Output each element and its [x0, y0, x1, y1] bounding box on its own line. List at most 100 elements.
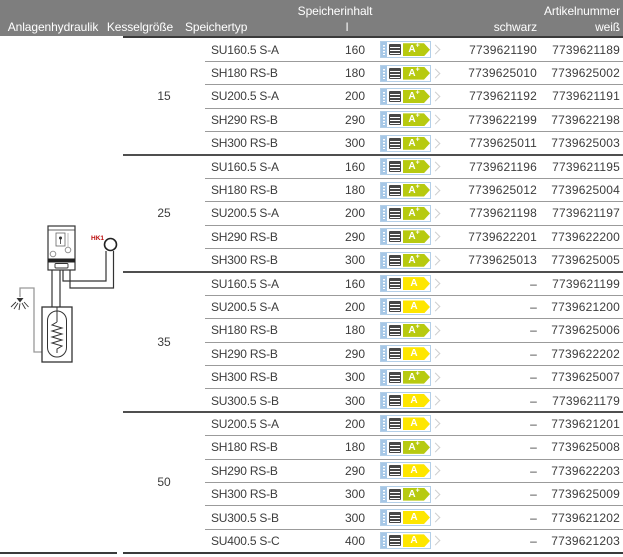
energy-class-arrow: A — [403, 534, 430, 547]
energy-class-arrow: A+ — [403, 488, 430, 501]
artikelnummer-weiss-cell: 7739625005 — [537, 253, 620, 267]
energy-efficiency-label: A+ — [380, 486, 431, 503]
storage-tank-icon — [387, 416, 403, 431]
kessel-group: 15SU160.5 S-A160A+77396211907739621189SH… — [0, 38, 623, 155]
storage-tank-icon — [387, 440, 403, 455]
speichertyp-cell: SU160.5 S-A — [205, 160, 330, 174]
artikelnummer-weiss-cell: 7739621203 — [537, 534, 620, 548]
speicherinhalt-cell: 300 — [330, 511, 380, 525]
energy-label-side-band — [381, 510, 387, 525]
energy-label-side-band — [381, 323, 387, 338]
speichertyp-cell: SU160.5 S-A — [205, 277, 330, 291]
speicherinhalt-cell: 300 — [330, 370, 380, 384]
speichertyp-cell: SU400.5 S-C — [205, 534, 330, 548]
energy-cell: A+ — [380, 182, 438, 199]
artikelnummer-schwarz-cell: 7739621198 — [438, 206, 537, 220]
energy-label-side-band — [381, 229, 387, 244]
table-row: SU300.5 S-B300A–7739621202 — [0, 506, 623, 529]
energy-label-side-band — [381, 253, 387, 268]
artikelnummer-weiss-cell: 7739625002 — [537, 66, 620, 80]
table-row: SU200.5 S-A200A+77396211927739621191 — [0, 85, 623, 108]
speicherinhalt-cell: 160 — [330, 277, 380, 291]
table-row: SU160.5 S-A160A+77396211907739621189 — [0, 38, 623, 61]
energy-label-side-band — [381, 440, 387, 455]
artikelnummer-schwarz-cell: – — [438, 370, 537, 384]
header-weiss: weiß — [595, 20, 620, 34]
artikelnummer-schwarz-cell: – — [438, 511, 537, 525]
storage-tank-icon — [387, 112, 403, 127]
speichertyp-cell: SU300.5 S-B — [205, 394, 330, 408]
storage-tank-icon — [387, 370, 403, 385]
energy-label-side-band — [381, 370, 387, 385]
table-row: SU160.5 S-A160A+77396211967739621195 — [0, 155, 623, 178]
table-row: SH300 RS-B300A+–7739625009 — [0, 482, 623, 505]
energy-cell: A — [380, 275, 438, 292]
bottom-border-right — [123, 552, 623, 554]
artikelnummer-weiss-cell: 7739621197 — [537, 206, 620, 220]
energy-label-side-band — [381, 136, 387, 151]
energy-cell: A+ — [380, 252, 438, 269]
energy-class-arrow: A+ — [403, 160, 430, 173]
energy-class-arrow: A — [403, 277, 430, 290]
speicherinhalt-cell: 300 — [330, 253, 380, 267]
artikelnummer-weiss-cell: 7739621201 — [537, 417, 620, 431]
storage-tank-icon — [387, 89, 403, 104]
speicherinhalt-cell: 180 — [330, 440, 380, 454]
artikelnummer-weiss-cell: 7739621199 — [537, 277, 620, 291]
energy-cell: A+ — [380, 111, 438, 128]
storage-tank-icon — [387, 159, 403, 174]
speicherinhalt-cell: 200 — [330, 417, 380, 431]
artikelnummer-weiss-cell: 7739621189 — [537, 43, 620, 57]
artikelnummer-schwarz-cell: 7739625011 — [438, 136, 537, 150]
energy-class-arrow: A — [403, 511, 430, 524]
artikelnummer-schwarz-cell: 7739622199 — [438, 113, 537, 127]
energy-label-side-band — [381, 416, 387, 431]
speicherinhalt-cell: 160 — [330, 43, 380, 57]
speichertyp-cell: SH300 RS-B — [205, 487, 330, 501]
speicherinhalt-cell: 290 — [330, 464, 380, 478]
artikelnummer-schwarz-cell: – — [438, 394, 537, 408]
speicherinhalt-cell: 180 — [330, 66, 380, 80]
energy-cell: A — [380, 532, 438, 549]
energy-label-side-band — [381, 299, 387, 314]
artikelnummer-schwarz-cell: – — [438, 464, 537, 478]
energy-cell: A+ — [380, 41, 438, 58]
energy-cell: A+ — [380, 135, 438, 152]
table-row: SH290 RS-B290A+77396221997739622198 — [0, 108, 623, 131]
energy-cell: A+ — [380, 88, 438, 105]
storage-tank-icon — [387, 253, 403, 268]
header-schwarz: schwarz — [494, 20, 537, 34]
artikelnummer-weiss-cell: 7739625009 — [537, 487, 620, 501]
energy-class-arrow: A+ — [403, 230, 430, 243]
energy-efficiency-label: A+ — [380, 182, 431, 199]
energy-cell: A — [380, 298, 438, 315]
energy-cell: A — [380, 392, 438, 409]
storage-tank-icon — [387, 533, 403, 548]
speicherinhalt-cell: 290 — [330, 230, 380, 244]
energy-class-arrow: A — [403, 394, 430, 407]
energy-efficiency-label: A+ — [380, 322, 431, 339]
energy-efficiency-label: A — [380, 345, 431, 362]
energy-efficiency-label: A — [380, 298, 431, 315]
energy-class-arrow: A+ — [403, 113, 430, 126]
kessel-group: 50SU200.5 S-A200A–7739621201SH180 RS-B18… — [0, 412, 623, 552]
energy-class-arrow: A — [403, 464, 430, 477]
artikelnummer-schwarz-cell: 7739625012 — [438, 183, 537, 197]
speicherinhalt-cell: 290 — [330, 347, 380, 361]
speicherinhalt-cell: 180 — [330, 323, 380, 337]
energy-efficiency-label: A+ — [380, 111, 431, 128]
energy-cell: A — [380, 509, 438, 526]
artikelnummer-schwarz-cell: – — [438, 277, 537, 291]
artikelnummer-schwarz-cell: – — [438, 417, 537, 431]
storage-tank-icon — [387, 66, 403, 81]
energy-cell: A — [380, 415, 438, 432]
artikelnummer-weiss-cell: 7739622203 — [537, 464, 620, 478]
storage-tank-icon — [387, 299, 403, 314]
speichertyp-cell: SU200.5 S-A — [205, 89, 330, 103]
header-speicherinhalt: Speicherinhalt — [298, 4, 373, 18]
energy-cell: A+ — [380, 65, 438, 82]
energy-label-side-band — [381, 66, 387, 81]
energy-label-side-band — [381, 159, 387, 174]
artikelnummer-schwarz-cell: – — [438, 300, 537, 314]
energy-class-arrow: A+ — [403, 43, 430, 56]
